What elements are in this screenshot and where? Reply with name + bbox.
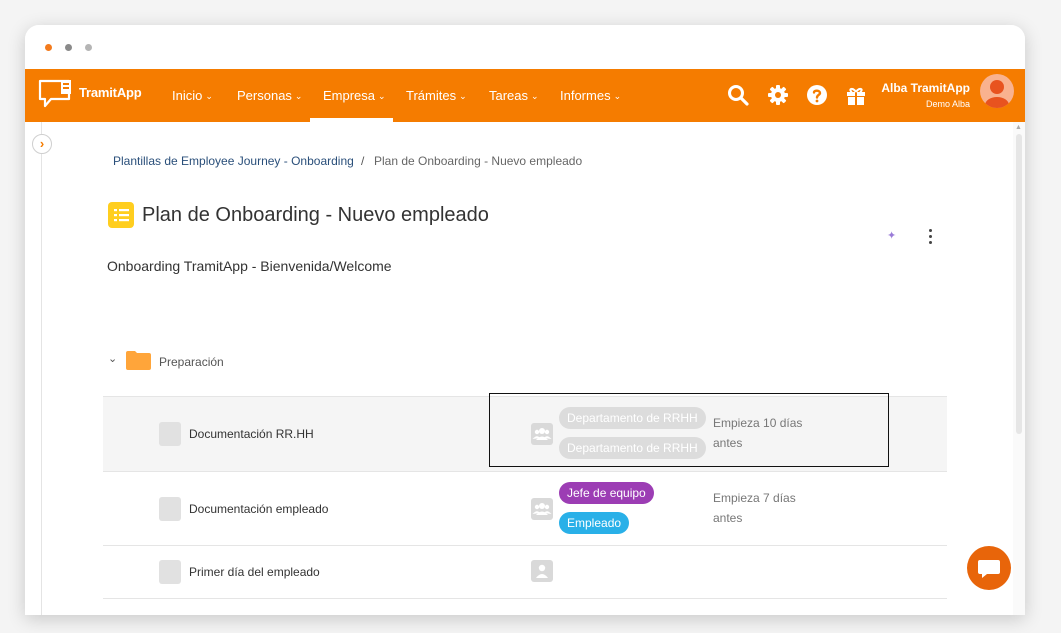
vertical-scrollbar[interactable]: ▲ [1013, 122, 1025, 615]
window-dot-minimize[interactable] [65, 44, 72, 51]
task-checkbox[interactable] [159, 497, 181, 521]
help-icon[interactable] [805, 83, 829, 107]
task-name[interactable]: Documentación empleado [189, 502, 328, 516]
chevron-right-icon: › [39, 136, 45, 151]
task-start-offset: Empieza 7 días antes [713, 491, 796, 525]
task-row[interactable]: Primer día del empleado [103, 545, 947, 599]
chevron-down-icon: ⌄ [531, 91, 539, 101]
task-checkbox[interactable] [159, 422, 181, 446]
section-label[interactable]: Preparación [159, 355, 224, 369]
app-name: TramitApp [79, 85, 142, 100]
task-name[interactable]: Primer día del empleado [189, 565, 320, 579]
folder-icon [126, 351, 151, 370]
nav-item-empresa[interactable]: Empresa ⌄ [323, 88, 386, 103]
person-icon [531, 560, 553, 582]
window-dot-maximize[interactable] [85, 44, 92, 51]
nav-label: Personas [237, 88, 292, 103]
more-options-icon[interactable] [925, 228, 935, 244]
chevron-down-icon: ⌄ [294, 91, 303, 101]
breadcrumb-current: Plan de Onboarding - Nuevo empleado [374, 154, 583, 168]
nav-label: Empresa [323, 88, 376, 103]
sparkle-icon[interactable]: ✦ [887, 229, 896, 242]
checklist-icon [108, 202, 134, 228]
gift-icon[interactable] [844, 83, 868, 107]
group-icon [531, 498, 553, 520]
scrollbar-thumb[interactable] [1016, 134, 1022, 434]
scroll-up-icon[interactable]: ▲ [1015, 124, 1022, 131]
breadcrumb-parent-link[interactable]: Plantillas de Employee Journey - Onboard… [113, 154, 354, 168]
page-title: Plan de Onboarding - Nuevo empleado [142, 204, 489, 226]
collapsed-sidebar [25, 122, 42, 615]
window-dot-close[interactable] [45, 44, 52, 51]
main-content: › Plantillas de Employee Journey - Onboa… [25, 122, 1025, 615]
role-chip[interactable]: Jefe de equipo [559, 482, 654, 504]
collapse-chevron-icon[interactable]: ⌄ [108, 352, 117, 365]
nav-label: Informes [560, 88, 611, 103]
user-name[interactable]: Alba TramitApp [881, 81, 970, 95]
top-navigation: TramitApp Inicio ⌄ Personas ⌄ Empresa ⌄ Trá… [25, 69, 1025, 122]
task-name[interactable]: Documentación RR.HH [189, 427, 314, 441]
chat-button[interactable] [967, 546, 1011, 590]
highlight-box [489, 393, 889, 467]
user-company: Demo Alba [925, 99, 970, 109]
role-chip[interactable]: Empleado [559, 512, 630, 534]
nav-item-informes[interactable]: Informes ⌄ [560, 88, 621, 103]
chat-icon [978, 560, 1000, 578]
window-titlebar [25, 25, 1025, 69]
chevron-down-icon: ⌄ [378, 91, 386, 101]
nav-item-personas[interactable]: Personas ⌄ [237, 88, 302, 103]
nav-label: Inicio [172, 88, 203, 103]
browser-window: TramitApp Inicio ⌄ Personas ⌄ Empresa ⌄ Trá… [25, 25, 1025, 615]
avatar[interactable] [980, 74, 1014, 108]
task-row[interactable]: Documentación empleado Jefe de equipo Em… [103, 471, 947, 546]
gear-icon[interactable] [766, 83, 790, 107]
chevron-down-icon: ⌄ [459, 91, 467, 101]
app-logo[interactable]: TramitApp [37, 77, 147, 111]
task-checkbox[interactable] [159, 560, 181, 584]
nav-item-inicio[interactable]: Inicio ⌄ [172, 88, 213, 103]
breadcrumb-separator: / [361, 154, 365, 168]
nav-item-tareas[interactable]: Tareas ⌄ [489, 88, 539, 103]
expand-sidebar-button[interactable]: › [32, 134, 52, 154]
nav-item-tramites[interactable]: Trámites ⌄ [406, 88, 467, 103]
search-icon[interactable] [726, 83, 750, 107]
nav-label: Tareas [489, 88, 529, 103]
nav-label: Trámites [406, 88, 457, 103]
page-subtitle: Onboarding TramitApp - Bienvenida/Welcom… [107, 258, 392, 274]
chevron-down-icon: ⌄ [613, 91, 622, 101]
logo-icon [38, 79, 71, 108]
chevron-down-icon: ⌄ [205, 91, 213, 101]
